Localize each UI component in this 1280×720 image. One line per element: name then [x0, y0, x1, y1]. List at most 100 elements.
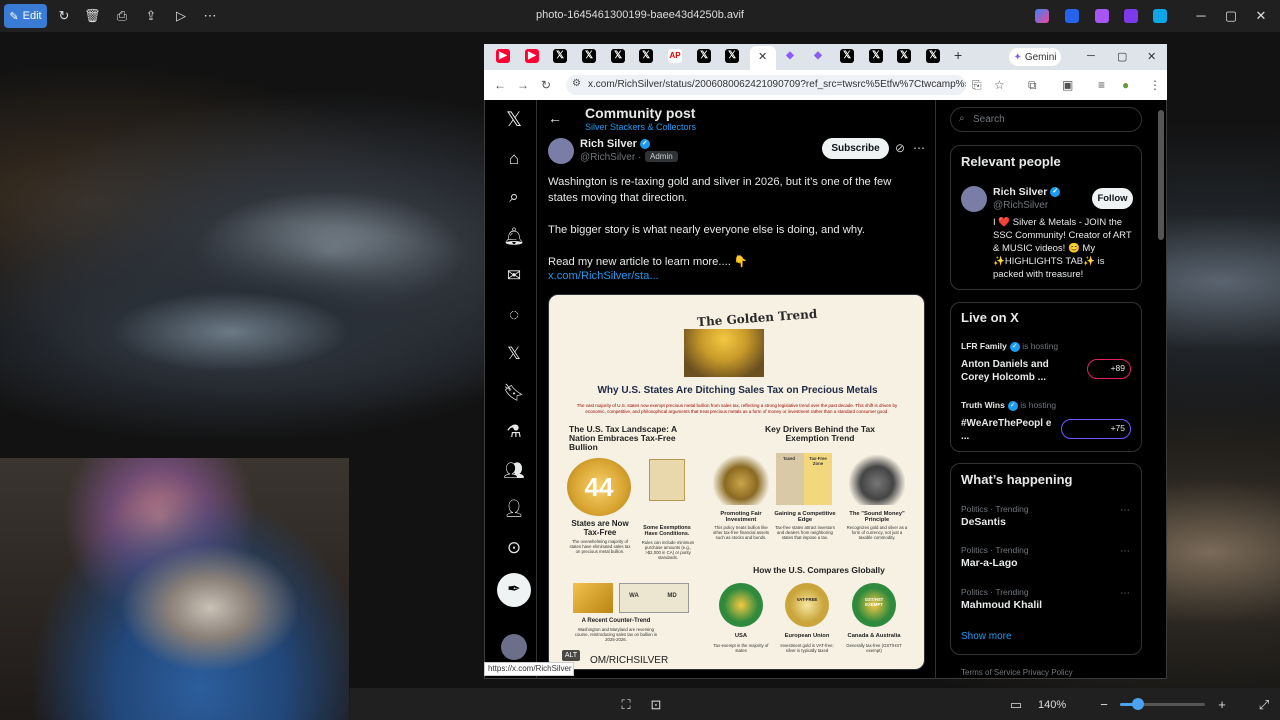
youtube-tab[interactable]: ▶	[496, 49, 510, 63]
author-handle[interactable]: @RichSilver ·	[580, 152, 641, 163]
crop-icon[interactable]: ⊡	[648, 697, 664, 713]
live-title[interactable]: Anton Daniels and Corey Holcomb ...	[961, 358, 1061, 384]
grok-icon[interactable]: ◌	[503, 304, 525, 326]
community-link[interactable]: Silver Stackers & Collectors	[585, 122, 696, 132]
communities-icon[interactable]: 👥︎	[503, 460, 525, 482]
account-avatar[interactable]	[501, 634, 527, 660]
youtube-tab[interactable]: ▶	[525, 49, 539, 63]
search-input[interactable]: Search	[950, 107, 1142, 132]
trend-more-icon[interactable]: ⋯	[1120, 546, 1130, 557]
compose-post-button[interactable]: ✒	[497, 573, 531, 607]
address-bar[interactable]: x.com/RichSilver/status/2006080062421090…	[566, 75, 966, 95]
app-icon[interactable]	[1124, 9, 1138, 23]
profile-icon[interactable]: 👤︎	[503, 498, 525, 520]
bookmarks-icon[interactable]: 🔖︎	[503, 382, 525, 404]
x-tab[interactable]: 𝕏	[725, 49, 739, 63]
gemini-tab[interactable]: ◆	[811, 49, 825, 63]
messages-icon[interactable]: ✉	[503, 265, 525, 287]
install-icon[interactable]: ⎘	[972, 78, 982, 93]
maximize-icon[interactable]: ▢	[1223, 8, 1239, 24]
trend-more-icon[interactable]: ⋯	[1120, 588, 1130, 599]
close-icon[interactable]: ✕	[1253, 8, 1269, 24]
zoom-slider-handle[interactable]	[1132, 698, 1144, 710]
post-paragraph: Read my new article to learn more.... 👇	[548, 256, 748, 268]
more-icon[interactable]: ⊙	[503, 537, 525, 559]
viewer-title: photo-1645461300199-baee43d4250b.avif	[536, 9, 744, 21]
zoom-in-icon[interactable]: +	[1214, 697, 1230, 713]
back-icon[interactable]: ←	[494, 78, 506, 92]
zoom-level[interactable]: 140%	[1038, 699, 1066, 711]
bookmark-star-icon[interactable]: ☆	[994, 78, 1005, 92]
forward-icon[interactable]: →	[517, 78, 529, 92]
ap-tab[interactable]: AP	[668, 49, 682, 63]
fit-icon[interactable]: ⛶	[618, 697, 634, 713]
premium-x-icon[interactable]: 𝕏	[503, 343, 525, 365]
x-tab[interactable]: 𝕏	[869, 49, 883, 63]
search-icon[interactable]: ⌕	[503, 186, 525, 208]
trend-name[interactable]: Mar-a-Lago	[961, 557, 1018, 569]
live-title[interactable]: #WeAreThePeopl e ...	[961, 417, 1061, 443]
subscribe-button[interactable]: Subscribe	[822, 138, 889, 159]
globe-description: Investment gold is VAT-free; silver is t…	[780, 643, 834, 653]
globe-description: Tax-exempt in the majority of states	[713, 643, 769, 653]
live-listeners-pill[interactable]: +89	[1087, 359, 1131, 379]
follow-button[interactable]: Follow	[1092, 188, 1133, 209]
app-icon[interactable]	[1065, 9, 1079, 23]
site-info-icon[interactable]: ⚙	[572, 78, 581, 89]
x-tab[interactable]: 𝕏	[840, 49, 854, 63]
gemini-button[interactable]: ✦ Gemini	[1009, 48, 1061, 66]
x-tab[interactable]: 𝕏	[926, 49, 940, 63]
state-capitol-icon: WA MD	[619, 583, 689, 613]
zoom-out-icon[interactable]: −	[1096, 697, 1112, 713]
media-icon[interactable]: ≡	[1098, 78, 1105, 92]
x-tab[interactable]: 𝕏	[553, 49, 567, 63]
cloud-icon[interactable]	[1153, 9, 1167, 23]
extensions-icon[interactable]: ⧉	[1028, 78, 1037, 93]
profile-icon[interactable]: ●	[1122, 78, 1129, 92]
trend-name[interactable]: DeSantis	[961, 516, 1006, 528]
copilot-icon[interactable]	[1035, 9, 1049, 23]
footer-links[interactable]: Terms of Service Privacy Policy	[961, 668, 1073, 677]
trend-name[interactable]: Mahmoud Khalil	[961, 599, 1042, 611]
back-arrow-icon[interactable]: ←	[548, 110, 562, 126]
person-avatar[interactable]	[961, 186, 987, 212]
infographic-banner: The Golden Trend	[696, 306, 818, 330]
grok-icon[interactable]: ⊘	[895, 141, 905, 155]
gemini-tab[interactable]: ◆	[783, 49, 797, 63]
fit-window-icon[interactable]: ▭	[1008, 697, 1024, 713]
x-tab[interactable]: 𝕏	[639, 49, 653, 63]
live-listeners-pill[interactable]: +75	[1061, 419, 1131, 439]
person-name[interactable]: Rich Silver ✓	[993, 186, 1061, 198]
minimize-icon[interactable]: ─	[1193, 8, 1209, 24]
reload-icon[interactable]: ↻	[541, 78, 551, 92]
new-tab-icon[interactable]: +	[954, 47, 962, 63]
post-link[interactable]: x.com/RichSilver/sta...	[548, 270, 659, 282]
notifications-icon[interactable]: 🔔︎	[503, 226, 525, 248]
more-options-icon[interactable]: ⋯	[913, 141, 925, 155]
minimize-icon[interactable]: ─	[1087, 50, 1095, 62]
trend-more-icon[interactable]: ⋯	[1120, 505, 1130, 516]
x-logo-icon[interactable]: 𝕏	[503, 109, 525, 131]
expand-icon[interactable]: ⤢	[1256, 697, 1272, 713]
alt-text-badge[interactable]: ALT	[562, 650, 580, 661]
jobs-icon[interactable]: ⚗	[503, 421, 525, 443]
post-image[interactable]: The Golden Trend Why U.S. States Are Dit…	[548, 294, 925, 670]
sidebar-icon[interactable]: ▣	[1062, 78, 1073, 92]
x-tab[interactable]: 𝕏	[697, 49, 711, 63]
close-icon[interactable]: ✕	[1147, 50, 1156, 63]
scrollbar[interactable]	[1158, 110, 1164, 240]
author-name[interactable]: Rich Silver ✓	[580, 138, 650, 150]
maximize-icon[interactable]: ▢	[1117, 50, 1127, 63]
x-tab[interactable]: 𝕏	[582, 49, 596, 63]
home-icon[interactable]: ⌂	[503, 148, 525, 170]
close-tab-icon[interactable]: ✕	[758, 50, 767, 63]
globe-caption: European Union	[784, 633, 830, 639]
x-tab[interactable]: 𝕏	[611, 49, 625, 63]
author-avatar[interactable]	[548, 138, 574, 164]
active-tab[interactable]: ✕	[750, 46, 776, 70]
menu-icon[interactable]: ⋮	[1149, 78, 1161, 92]
show-more-link[interactable]: Show more	[961, 631, 1012, 642]
person-handle[interactable]: @RichSilver	[993, 200, 1048, 211]
x-tab[interactable]: 𝕏	[897, 49, 911, 63]
app-icon[interactable]	[1095, 9, 1109, 23]
